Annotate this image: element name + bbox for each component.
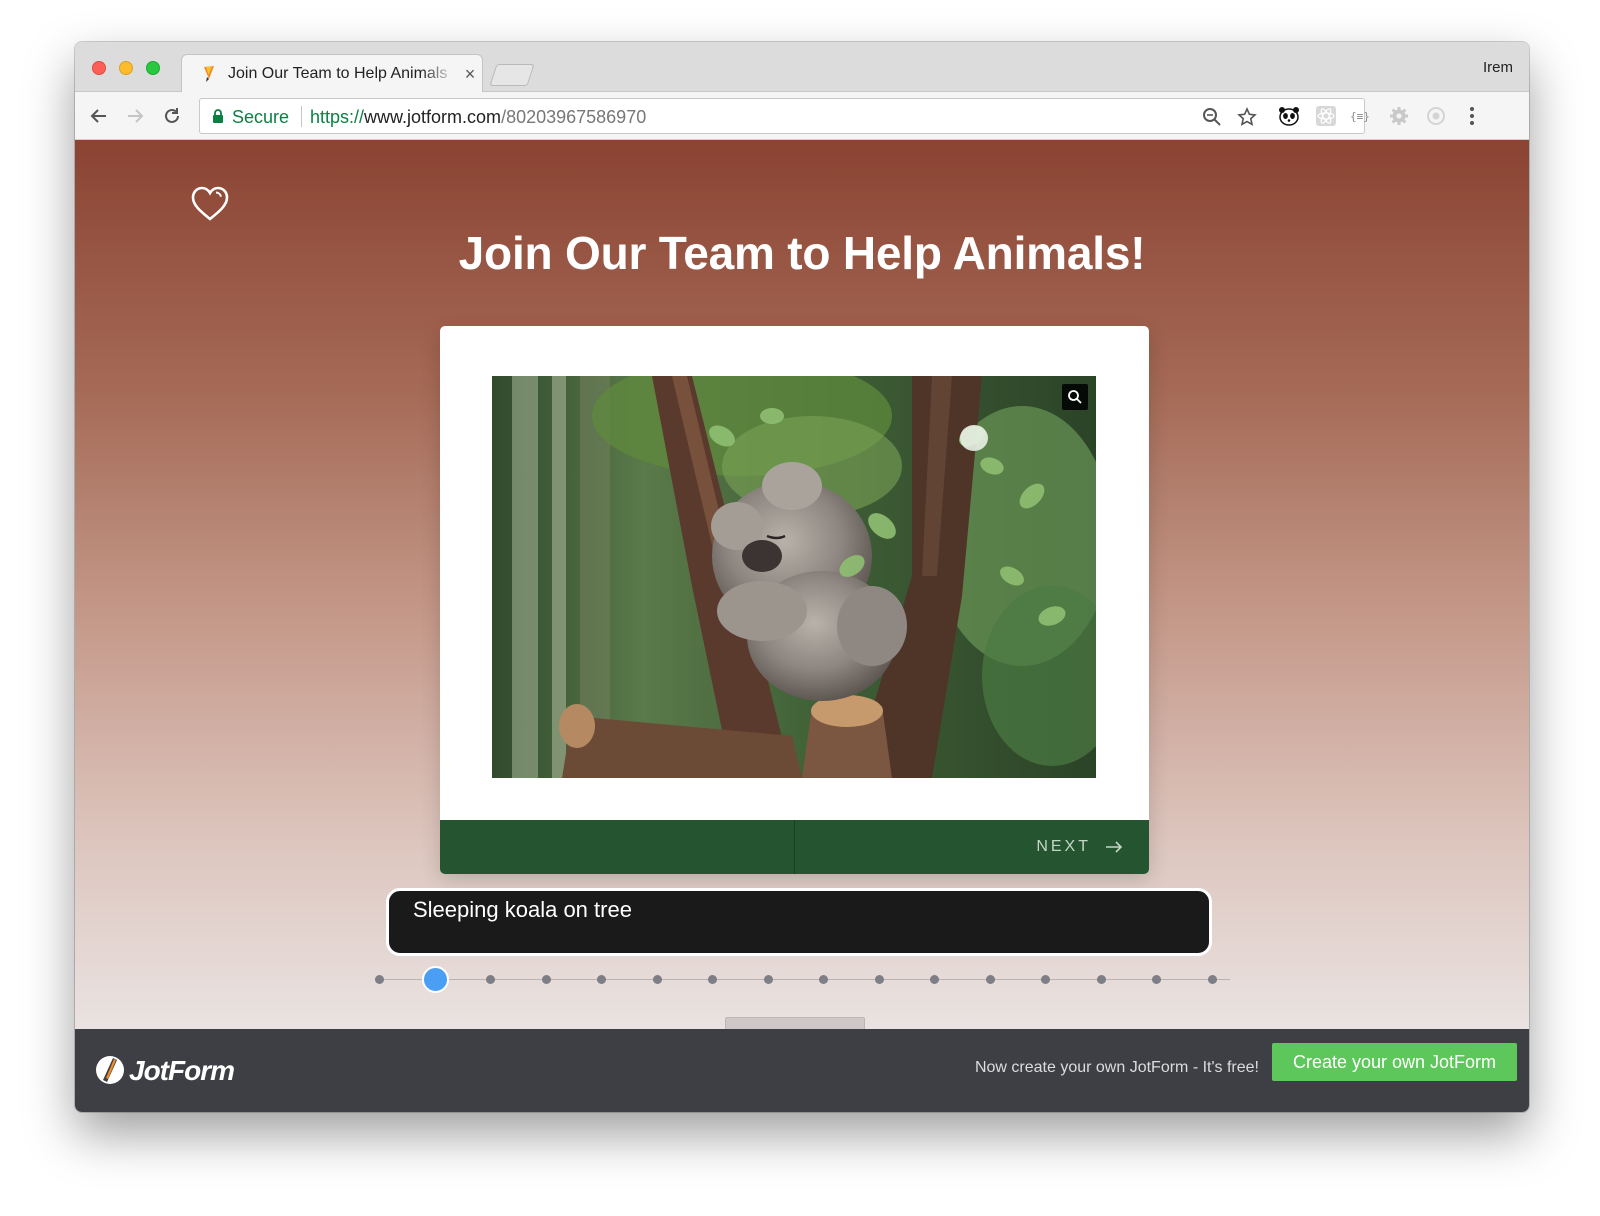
slider-dot[interactable] [1208, 975, 1217, 984]
menu-kebab-icon[interactable] [1460, 104, 1484, 128]
form-page: Join Our Team to Help Animals! NEXT Slee… [75, 140, 1529, 1029]
heart-icon [191, 186, 229, 221]
tab-close-icon[interactable]: × [462, 64, 478, 84]
slider-dot[interactable] [819, 975, 829, 984]
image-card: NEXT [440, 326, 1149, 874]
next-label: NEXT [1036, 838, 1091, 855]
url-host: www.jotform.com [364, 107, 502, 127]
card-footer: NEXT [440, 820, 1149, 874]
browser-window: Join Our Team to Help Animals × Irem Sec… [75, 42, 1529, 1112]
tab-title: Join Our Team to Help Animals [228, 65, 448, 82]
circle-extension-icon[interactable] [1424, 104, 1448, 128]
slider-dot[interactable] [930, 975, 940, 984]
lock-icon [213, 109, 223, 123]
slider-dot[interactable] [874, 975, 884, 984]
url-text[interactable]: https://www.jotform.com/80203967586970 [310, 107, 646, 128]
cta-text: Now create your own JotForm - It's free! [974, 1059, 1259, 1076]
panda-extension-icon[interactable] [1277, 104, 1301, 128]
zoom-search-icon[interactable] [1062, 384, 1088, 410]
profile-name[interactable]: Irem [1483, 59, 1513, 76]
slider-dot[interactable] [1041, 975, 1051, 984]
browser-toolbar: Secure https://www.jotform.com/802039675… [75, 92, 1529, 140]
svg-text:{≡}: {≡} [1350, 110, 1370, 123]
koala-photo[interactable] [492, 376, 1096, 778]
address-bar[interactable]: Secure https://www.jotform.com/802039675… [199, 98, 1365, 134]
progress-slider[interactable] [375, 962, 1230, 998]
settings-gear-extension-icon[interactable] [1387, 104, 1411, 128]
page-counter: 2 of 16 [725, 1017, 865, 1029]
forward-arrow-icon[interactable] [123, 104, 147, 128]
slider-dot[interactable] [652, 975, 662, 984]
slider-dot[interactable] [486, 975, 496, 984]
slider-dot[interactable] [985, 975, 995, 984]
url-scheme: https:// [310, 107, 365, 127]
slider-dot[interactable] [1152, 975, 1162, 984]
secure-label: Secure [232, 107, 290, 127]
slider-dot[interactable] [763, 975, 773, 984]
bookmark-star-icon[interactable] [1237, 107, 1257, 127]
caption-text: Sleeping koala on tree [413, 897, 632, 922]
brand-name: JotForm [129, 1055, 235, 1086]
slider-dot[interactable] [597, 975, 607, 984]
jotform-footer: JotForm Now create your own JotForm - It… [75, 1029, 1529, 1112]
create-jotform-button[interactable]: Create your own JotForm [1272, 1043, 1517, 1081]
slider-dot[interactable] [375, 975, 384, 984]
jotform-logo[interactable]: JotForm [95, 1049, 235, 1089]
new-tab-button[interactable] [489, 64, 535, 86]
slider-dot[interactable] [541, 975, 551, 984]
arrow-right-icon [1106, 841, 1123, 853]
minimize-window-button[interactable] [119, 61, 133, 75]
react-devtools-icon[interactable] [1314, 104, 1338, 128]
image-caption: Sleeping koala on tree [386, 888, 1212, 956]
zoom-icon[interactable] [1202, 107, 1222, 127]
slider-dot-active[interactable] [421, 966, 449, 993]
page-title: Join Our Team to Help Animals! [458, 227, 1146, 279]
tab-bar: Join Our Team to Help Animals × Irem [75, 42, 1529, 93]
reload-icon[interactable] [160, 104, 184, 128]
url-path: /80203967586970 [501, 107, 647, 127]
slider-dot[interactable] [1096, 975, 1106, 984]
close-window-button[interactable] [92, 61, 106, 75]
slider-dot[interactable] [708, 975, 718, 984]
next-button[interactable]: NEXT [795, 820, 1149, 874]
maximize-window-button[interactable] [146, 61, 160, 75]
tab-jotform[interactable]: Join Our Team to Help Animals × [181, 54, 483, 93]
omnibox-divider [301, 106, 302, 127]
back-arrow-icon[interactable] [87, 104, 111, 128]
jotform-logo-icon [96, 1056, 124, 1084]
json-formatter-icon[interactable]: {≡} [1350, 104, 1374, 128]
jotform-favicon-icon [204, 66, 214, 82]
